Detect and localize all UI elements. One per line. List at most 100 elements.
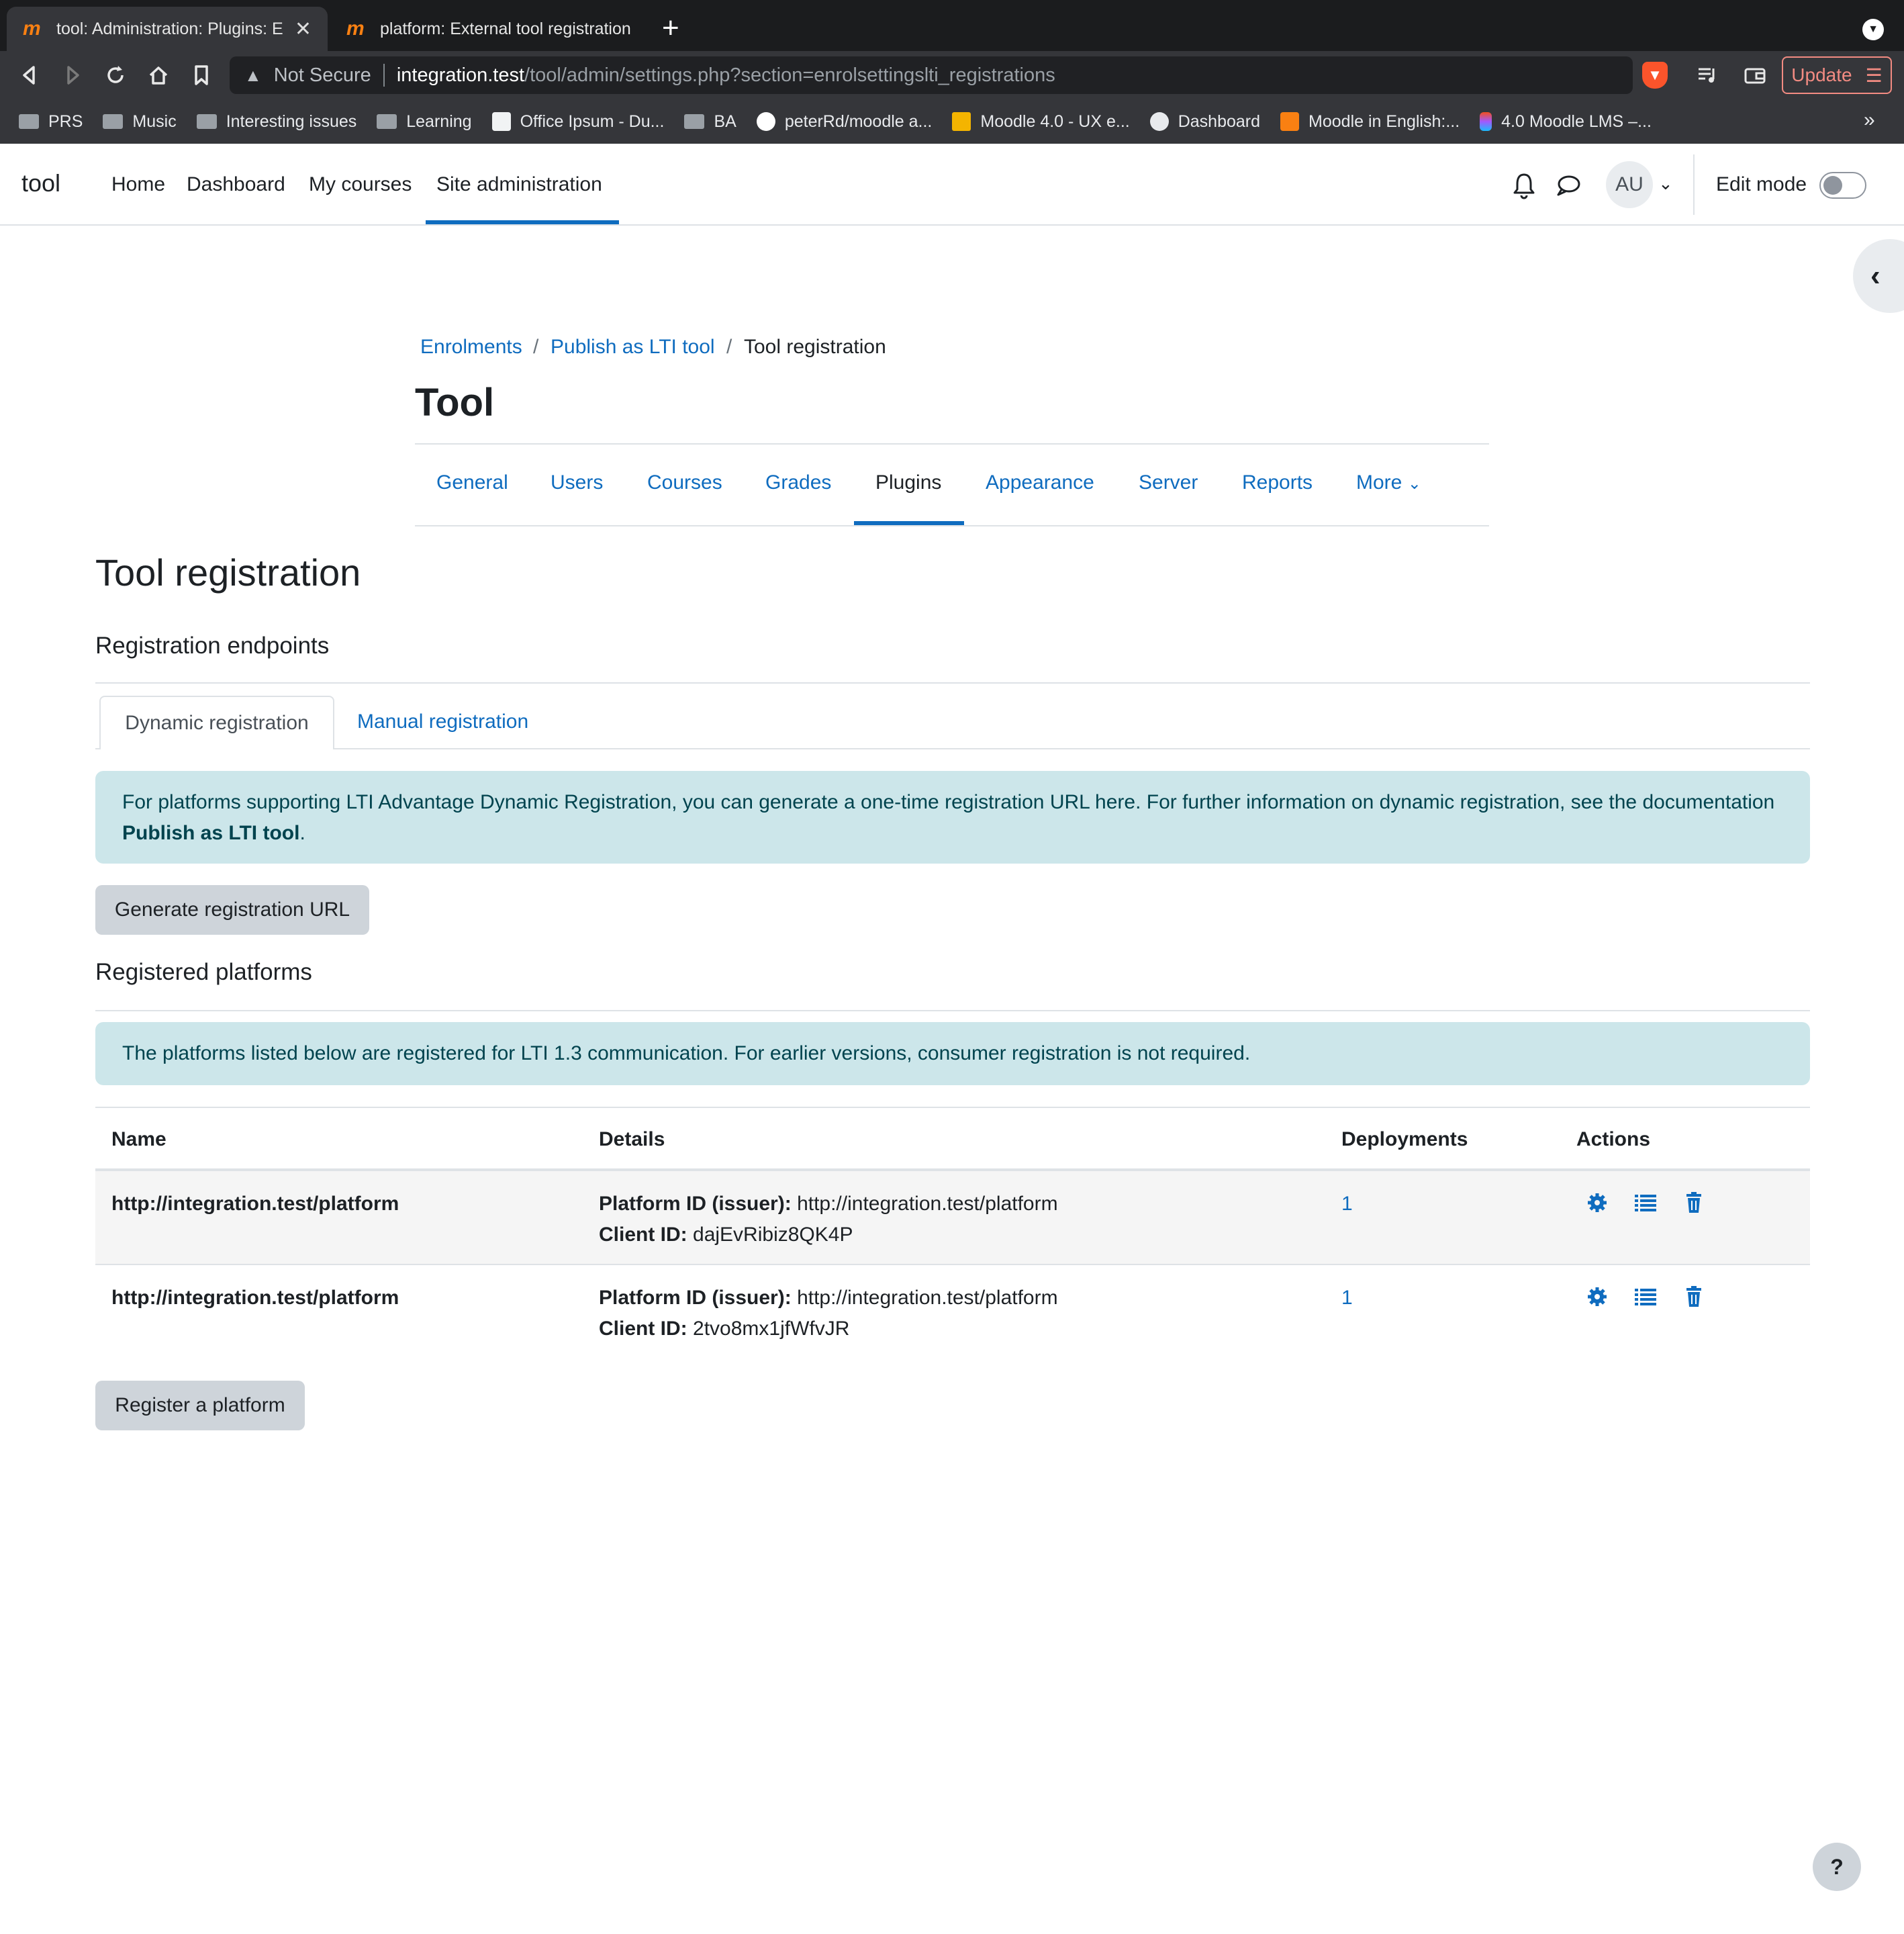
- home-icon[interactable]: [146, 63, 171, 87]
- coffee-icon: [491, 112, 511, 131]
- update-label: Update: [1791, 64, 1852, 85]
- tab-more[interactable]: More ⌄: [1356, 471, 1421, 494]
- secondary-nav-border: [415, 443, 1489, 445]
- folder-icon: [19, 114, 39, 129]
- back-icon[interactable]: [17, 63, 42, 87]
- github-icon: [756, 112, 775, 131]
- tab-courses[interactable]: Courses: [647, 471, 722, 494]
- close-tab-icon[interactable]: ✕: [295, 17, 312, 41]
- platform-id-value: http://integration.test/platform: [797, 1287, 1058, 1309]
- bookmark-github[interactable]: peterRd/moodle a...: [756, 112, 932, 132]
- bookmark-label: 4.0 Moodle LMS –...: [1501, 111, 1652, 131]
- bookmark-learning[interactable]: Learning: [377, 112, 472, 132]
- forward-icon[interactable]: [60, 63, 85, 87]
- notification-bell-icon[interactable]: [1511, 171, 1537, 200]
- platform-details: Platform ID (issuer): http://integration…: [599, 1283, 1058, 1344]
- edit-mode-label: Edit mode: [1716, 173, 1807, 195]
- info-text-end: .: [299, 822, 305, 844]
- bookmark-interesting-issues[interactable]: Interesting issues: [196, 112, 356, 132]
- divider: [95, 1010, 1810, 1011]
- site-name[interactable]: tool: [21, 169, 60, 197]
- folder-icon: [684, 114, 705, 129]
- bookmark-label: Office Ipsum - Du...: [520, 111, 665, 131]
- tab-plugins[interactable]: Plugins: [875, 471, 941, 494]
- bookmark-moodle-ux[interactable]: Moodle 4.0 - UX e...: [952, 111, 1130, 132]
- deployments-link[interactable]: 1: [1341, 1287, 1353, 1309]
- generate-registration-url-button[interactable]: Generate registration URL: [95, 885, 369, 935]
- client-id-label: Client ID:: [599, 1224, 687, 1246]
- folder-icon: [377, 114, 397, 129]
- edit-mode-toggle[interactable]: [1819, 172, 1866, 199]
- brave-shields-icon[interactable]: ▼: [1642, 62, 1668, 89]
- bookmark-dashboard[interactable]: Dashboard: [1149, 112, 1260, 132]
- documentation-link[interactable]: Publish as LTI tool: [122, 822, 299, 844]
- registered-platforms-info: The platforms listed below are registere…: [95, 1022, 1810, 1085]
- platform-id-label: Platform ID (issuer):: [599, 1193, 792, 1215]
- chevron-down-icon: ⌄: [1407, 475, 1421, 493]
- nav-site-administration[interactable]: Site administration: [436, 173, 602, 196]
- browser-tab-active[interactable]: m tool: Administration: Plugins: Enrolme…: [7, 7, 328, 51]
- bookmark-moodle-lms[interactable]: 4.0 Moodle LMS –...: [1480, 112, 1652, 132]
- media-playlist-icon[interactable]: [1696, 63, 1720, 87]
- browser-tab[interactable]: m platform: External tool registration: [330, 7, 653, 51]
- bookmark-label: Moodle 4.0 - UX e...: [980, 111, 1130, 131]
- settings-gear-icon[interactable]: [1586, 1191, 1609, 1214]
- nav-my-courses[interactable]: My courses: [309, 173, 412, 196]
- address-bar[interactable]: ▲ Not Secure integration.test /tool/admi…: [230, 56, 1633, 94]
- folder-icon: [196, 114, 217, 129]
- breadcrumb-separator: /: [533, 336, 539, 358]
- delete-trash-icon[interactable]: [1682, 1285, 1705, 1308]
- tab-users[interactable]: Users: [551, 471, 603, 494]
- register-platform-button[interactable]: Register a platform: [95, 1381, 305, 1430]
- client-id-value: 2tvo8mx1jfWfvJR: [693, 1318, 850, 1340]
- bookmark-label: Moodle in English:...: [1308, 111, 1460, 131]
- security-label[interactable]: Not Secure: [274, 64, 371, 87]
- platform-details: Platform ID (issuer): http://integration…: [599, 1189, 1058, 1250]
- bookmark-music[interactable]: Music: [103, 111, 177, 132]
- view-deployments-list-icon[interactable]: [1634, 1285, 1657, 1308]
- browser-update-button[interactable]: Update ☰: [1782, 56, 1892, 94]
- breadcrumb-current: Tool registration: [744, 336, 886, 358]
- tab-grades[interactable]: Grades: [765, 471, 831, 494]
- breadcrumb-enrolments[interactable]: Enrolments: [420, 336, 522, 359]
- navbar-divider: [1693, 154, 1695, 215]
- reload-icon[interactable]: [103, 63, 128, 87]
- bookmark-office-ipsum[interactable]: Office Ipsum - Du...: [491, 111, 665, 132]
- tab-manual-registration[interactable]: Manual registration: [357, 710, 528, 733]
- bookmark-prs[interactable]: PRS: [19, 112, 83, 132]
- chevron-down-icon[interactable]: ⌄: [1658, 173, 1673, 194]
- block-drawer-toggle[interactable]: ‹: [1853, 239, 1904, 313]
- tab-dynamic-registration[interactable]: Dynamic registration: [99, 696, 334, 749]
- new-tab-icon[interactable]: +: [662, 13, 679, 43]
- messages-icon[interactable]: [1555, 172, 1582, 199]
- warning-icon[interactable]: ▲: [244, 65, 262, 86]
- help-button[interactable]: ?: [1813, 1843, 1861, 1891]
- tab-search-icon[interactable]: ▼: [1862, 19, 1884, 40]
- platform-id-label: Platform ID (issuer):: [599, 1287, 792, 1309]
- endpoints-heading: Registration endpoints: [95, 633, 330, 659]
- address-divider: [383, 64, 385, 87]
- column-header-name: Name: [111, 1128, 166, 1150]
- browser-tab-title: tool: Administration: Plugins: Enrolment…: [56, 19, 284, 38]
- bookmark-label: Music: [132, 111, 177, 131]
- bookmark-ba[interactable]: BA: [684, 112, 736, 132]
- tab-reports[interactable]: Reports: [1242, 471, 1313, 494]
- deployments-link[interactable]: 1: [1341, 1193, 1353, 1215]
- bookmark-moodle-english[interactable]: Moodle in English:...: [1280, 112, 1460, 132]
- column-header-deployments: Deployments: [1341, 1128, 1468, 1150]
- breadcrumb-publish-lti[interactable]: Publish as LTI tool: [551, 336, 715, 359]
- user-avatar[interactable]: AU: [1606, 161, 1653, 208]
- settings-gear-icon[interactable]: [1586, 1285, 1609, 1308]
- delete-trash-icon[interactable]: [1682, 1191, 1705, 1214]
- tab-appearance[interactable]: Appearance: [986, 471, 1094, 494]
- nav-dashboard[interactable]: Dashboard: [187, 173, 285, 196]
- view-deployments-list-icon[interactable]: [1634, 1191, 1657, 1214]
- wallet-icon[interactable]: [1743, 63, 1767, 87]
- nav-home[interactable]: Home: [111, 173, 165, 196]
- folder-icon: [103, 114, 124, 129]
- tab-general[interactable]: General: [436, 471, 508, 494]
- bookmark-icon[interactable]: [189, 63, 213, 87]
- toggle-knob: [1823, 176, 1842, 195]
- tab-server[interactable]: Server: [1139, 471, 1198, 494]
- bookmarks-overflow-icon[interactable]: »: [1864, 109, 1875, 132]
